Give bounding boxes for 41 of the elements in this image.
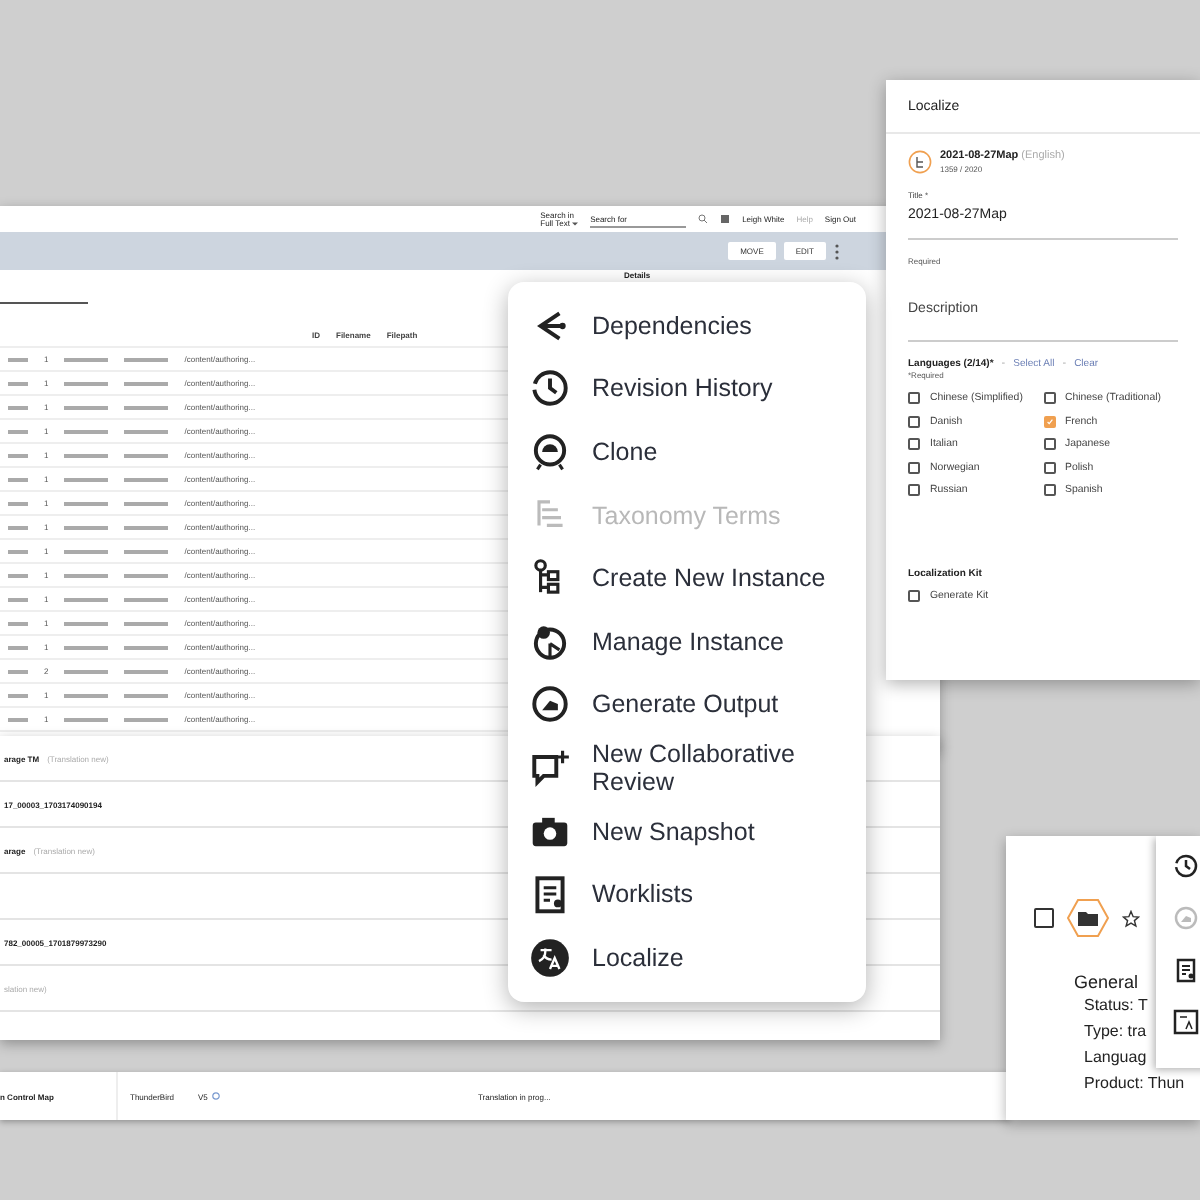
detail-field: Status: T bbox=[1084, 992, 1148, 1018]
checkbox[interactable] bbox=[1043, 438, 1055, 450]
menu-item[interactable]: Revision History bbox=[508, 357, 866, 421]
menu-item[interactable]: Create New Instance bbox=[508, 546, 866, 610]
detail-field: Product: Thun bbox=[1084, 1070, 1185, 1096]
clock-icon[interactable] bbox=[1172, 852, 1200, 880]
checkbox[interactable] bbox=[908, 415, 920, 427]
checkbox[interactable] bbox=[1043, 461, 1055, 473]
checkbox[interactable] bbox=[908, 438, 920, 450]
checkbox[interactable] bbox=[908, 461, 920, 473]
map-icon bbox=[908, 150, 932, 174]
search-icon[interactable] bbox=[698, 214, 709, 224]
checkbox[interactable] bbox=[1043, 484, 1055, 496]
folder-icon bbox=[1066, 896, 1110, 940]
menu-item[interactable]: Generate Output bbox=[508, 673, 866, 737]
detail-field: Languag bbox=[1084, 1044, 1147, 1070]
more-icon[interactable] bbox=[834, 243, 840, 259]
checkbox[interactable] bbox=[908, 590, 920, 602]
checkbox[interactable] bbox=[1043, 415, 1055, 427]
checkbox[interactable] bbox=[908, 484, 920, 496]
clock-icon bbox=[528, 366, 572, 411]
detail-field: Type: tra bbox=[1084, 1018, 1147, 1044]
menu-item[interactable]: Dependencies bbox=[508, 294, 866, 358]
menu-item[interactable]: New Snapshot bbox=[508, 799, 866, 863]
badge-icon bbox=[528, 429, 572, 474]
menu-item[interactable]: Localize bbox=[508, 925, 866, 990]
checkbox[interactable] bbox=[1034, 908, 1054, 928]
grid-icon[interactable] bbox=[720, 214, 731, 224]
info-icon bbox=[211, 1092, 220, 1100]
menu-item[interactable]: New Collaborative Review bbox=[508, 736, 866, 800]
star-icon[interactable] bbox=[1122, 909, 1140, 927]
caret-icon bbox=[572, 221, 579, 225]
menu-item[interactable]: Clone bbox=[508, 420, 866, 484]
section-heading: General bbox=[1074, 972, 1141, 992]
dial-icon bbox=[528, 682, 572, 727]
menu-item[interactable]: Worklists bbox=[508, 862, 866, 926]
checkbox[interactable] bbox=[1043, 392, 1055, 404]
clipboard-icon[interactable] bbox=[1172, 956, 1200, 984]
menu-item[interactable]: Manage Instance bbox=[508, 609, 866, 674]
checkbox[interactable] bbox=[908, 392, 920, 404]
chat-plus-icon bbox=[528, 745, 572, 790]
